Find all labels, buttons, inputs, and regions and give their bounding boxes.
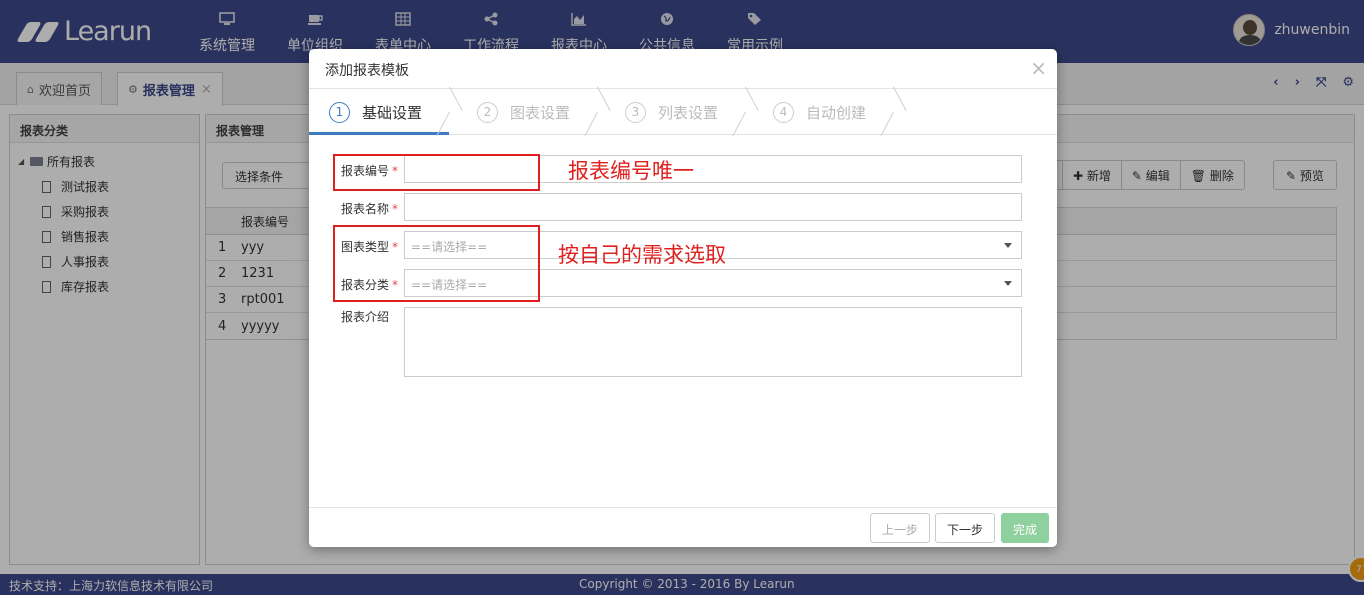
finish-button[interactable]: 完成 [1001, 513, 1050, 543]
step-list-settings[interactable]: 3 列表设置 [625, 89, 718, 135]
step-separator [449, 89, 463, 135]
dialog-title: 添加报表模板 [325, 63, 409, 79]
step-label: 自动创建 [806, 103, 867, 122]
step-chart-settings[interactable]: 2 图表设置 [477, 89, 570, 135]
caret-down-icon [1004, 281, 1012, 286]
step-number: 3 [625, 101, 646, 123]
step-label: 基础设置 [362, 103, 423, 122]
active-step-underline [309, 132, 449, 135]
report-intro-label: 报表介绍 [341, 310, 390, 324]
step-label: 列表设置 [658, 103, 719, 122]
next-step-button[interactable]: 下一步 [935, 513, 996, 543]
annotation-choose: 按自己的需求选取 [558, 243, 726, 267]
annotation-unique: 报表编号唯一 [568, 159, 694, 183]
step-label: 图表设置 [510, 103, 571, 122]
step-number: 4 [773, 101, 794, 123]
prev-step-button[interactable]: 上一步 [870, 513, 931, 543]
report-intro-textarea[interactable] [404, 307, 1022, 377]
report-name-input[interactable] [404, 193, 1022, 221]
step-separator [745, 89, 759, 135]
caret-down-icon [1004, 243, 1012, 248]
annotation-box-selects [333, 225, 540, 302]
label-text: 报表名称 [341, 202, 390, 216]
report-name-label: 报表名称 * [341, 200, 398, 217]
step-basic-settings[interactable]: 1 基础设置 [329, 89, 422, 135]
required-mark: * [392, 202, 399, 216]
step-separator [893, 89, 907, 135]
wizard-steps: 1 基础设置 2 图表设置 3 列表设置 4 自动创建 [309, 88, 1057, 135]
step-number: 2 [477, 101, 498, 123]
add-report-template-dialog: 添加报表模板 × 1 基础设置 2 图表设置 3 列表设置 4 自动创建 报表编… [309, 49, 1057, 547]
step-number: 1 [329, 101, 350, 123]
step-auto-create[interactable]: 4 自动创建 [773, 89, 866, 135]
dialog-footer: 上一步 下一步 完成 [309, 507, 1057, 547]
step-separator [597, 89, 611, 135]
annotation-box-code [333, 154, 540, 191]
close-icon[interactable]: × [1030, 56, 1047, 80]
